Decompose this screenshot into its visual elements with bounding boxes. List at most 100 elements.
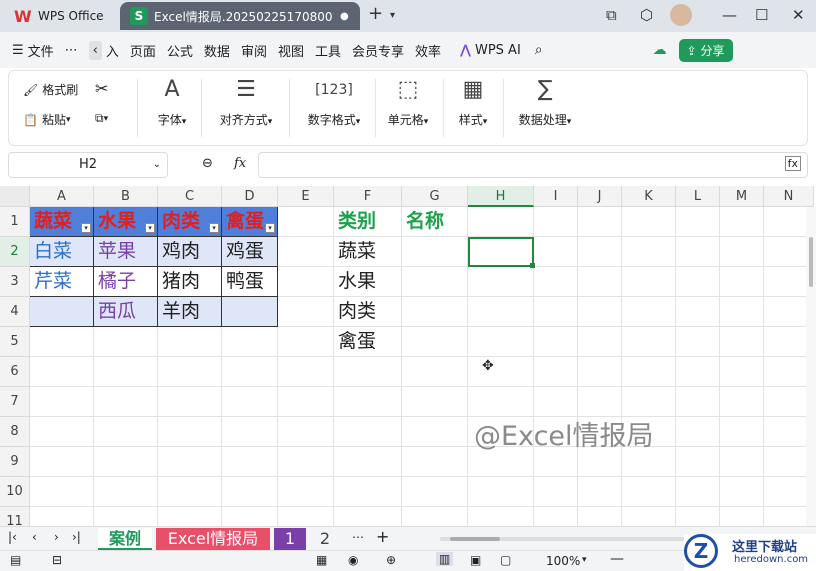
styles-button[interactable]: ▦ 样式▾ [451,77,495,128]
cell[interactable] [278,387,334,417]
cell[interactable] [622,477,676,507]
cell[interactable] [278,477,334,507]
macro-icon[interactable]: ⊟ [52,553,62,567]
cell[interactable] [468,357,534,387]
cell[interactable] [622,297,676,327]
column-header[interactable]: C [158,186,222,207]
cell[interactable] [278,297,334,327]
cell[interactable] [578,237,622,267]
next-sheet-icon[interactable]: › [54,530,59,544]
cell[interactable] [468,327,534,357]
cell[interactable] [720,507,764,526]
zoom-out-button[interactable]: — [610,551,624,567]
cell[interactable] [30,507,94,526]
unsaved-dot-icon[interactable]: ● [340,11,349,22]
add-sheet-button[interactable]: + [376,527,389,546]
cell[interactable] [402,237,468,267]
cell[interactable] [30,327,94,357]
cell[interactable] [676,297,720,327]
cell[interactable] [94,477,158,507]
cell[interactable] [158,357,222,387]
cell[interactable] [402,357,468,387]
cell[interactable] [676,327,720,357]
cell[interactable] [334,387,402,417]
cell[interactable] [676,417,720,447]
page-break-view-icon[interactable]: ▣ [470,553,481,567]
cell[interactable] [720,207,764,237]
chevron-down-icon[interactable]: ⌄ [153,153,161,177]
column-header[interactable]: G [402,186,468,207]
close-icon[interactable]: ✕ [792,6,805,24]
avatar[interactable] [670,4,692,26]
cell[interactable] [534,327,578,357]
maximize-icon[interactable]: ☐ [755,6,768,24]
cell[interactable] [534,507,578,526]
row-header[interactable]: 1 [0,207,30,237]
cell[interactable] [676,477,720,507]
cell[interactable] [402,477,468,507]
cell[interactable] [534,387,578,417]
cell[interactable] [534,267,578,297]
first-sheet-icon[interactable]: |‹ [8,530,17,544]
cube-icon[interactable]: ⬡ [640,6,653,24]
app-tab[interactable]: W WPS Office [6,2,116,30]
cell[interactable] [278,417,334,447]
row-header[interactable]: 10 [0,477,30,507]
cell[interactable] [578,477,622,507]
cell[interactable]: 鸡蛋 [222,237,278,267]
menu-item[interactable]: 页面 [130,41,156,60]
cell[interactable] [676,357,720,387]
column-header[interactable]: E [278,186,334,207]
filter-dropdown-icon[interactable]: ▾ [145,223,155,233]
font-group-button[interactable]: A 字体▾ [149,77,195,128]
row-header[interactable]: 8 [0,417,30,447]
cell[interactable] [158,477,222,507]
menu-item[interactable]: 效率 [415,41,441,60]
row-header[interactable]: 2 [0,237,30,267]
cell[interactable]: 肉类 [334,297,402,327]
menu-item[interactable]: 入 [106,41,119,60]
cell[interactable] [578,327,622,357]
cell[interactable] [94,417,158,447]
cell[interactable] [334,507,402,526]
cell[interactable] [402,507,468,526]
cell[interactable] [278,237,334,267]
align-group-button[interactable]: ☰ 对齐方式▾ [209,77,283,128]
cell[interactable]: 羊肉 [158,297,222,327]
column-header[interactable]: L [676,186,720,207]
cell[interactable] [720,477,764,507]
prev-sheet-icon[interactable]: ‹ [32,530,37,544]
name-box[interactable]: H2 ⌄ [8,152,168,178]
cell[interactable] [158,387,222,417]
print-layout-icon[interactable]: ▦ [316,553,327,567]
cell[interactable] [676,207,720,237]
cell[interactable] [534,297,578,327]
cell[interactable]: 苹果 [94,237,158,267]
cell[interactable]: 鸭蛋 [222,267,278,297]
zoom-level[interactable]: 100% [546,554,580,568]
cell[interactable] [278,267,334,297]
cell[interactable] [158,507,222,526]
cell[interactable] [468,267,534,297]
scroll-left-icon[interactable]: ‹ [88,40,102,60]
sheet-tab[interactable]: 2 [310,528,340,550]
row-header[interactable]: 9 [0,447,30,477]
cell[interactable] [676,237,720,267]
formula-input[interactable]: fx [258,152,808,178]
last-sheet-icon[interactable]: ›| [72,530,81,544]
cell[interactable] [468,207,534,237]
cloud-sync-icon[interactable]: ☁ [653,42,667,58]
cell[interactable]: 鸡肉 [158,237,222,267]
more-icon[interactable]: ⋯ [65,43,78,58]
cell[interactable]: 猪肉 [158,267,222,297]
cell[interactable] [534,207,578,237]
format-painter-button[interactable]: 🖌 格式刷 [23,81,78,98]
cell[interactable] [578,357,622,387]
cell[interactable] [94,387,158,417]
cell[interactable] [222,507,278,526]
menu-item[interactable]: 工具 [315,41,341,60]
data-processing-button[interactable]: ∑ 数据处理▾ [513,77,577,128]
cell[interactable]: 蔬菜 [334,237,402,267]
cell[interactable] [30,387,94,417]
table-header-cell[interactable]: 蔬菜 ▾ [30,207,94,237]
